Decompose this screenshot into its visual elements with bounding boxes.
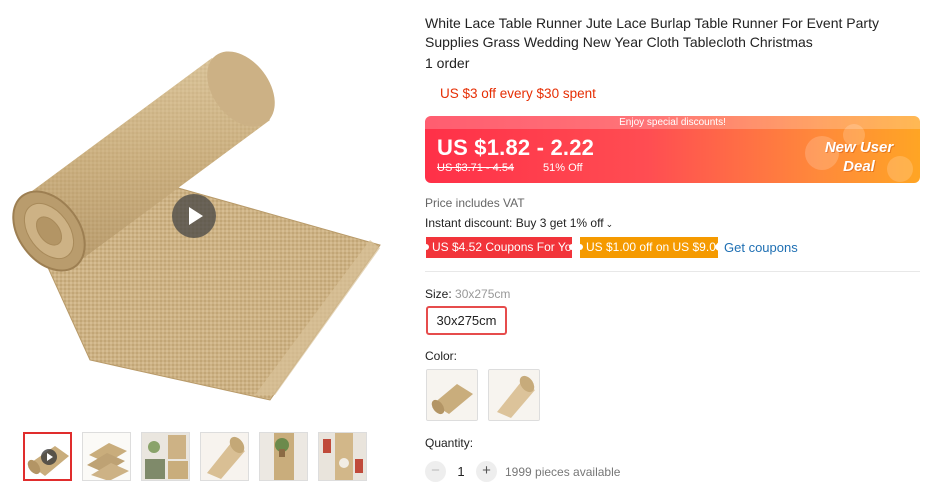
size-selected-value: 30x275cm — [455, 287, 511, 301]
quantity-decrease-button[interactable]: − — [425, 461, 446, 482]
thumbnail-1[interactable] — [23, 432, 72, 481]
discount-percent: 51% Off — [543, 162, 583, 174]
price-banner: Enjoy special discounts! US $1.82 - 2.22… — [425, 116, 920, 183]
order-count: 1 order — [425, 55, 470, 71]
thumbnail-2[interactable] — [82, 432, 131, 481]
size-label-text: Size: — [425, 287, 452, 301]
thumbnail-image — [142, 433, 189, 480]
stock-available: 1999 pieces available — [505, 465, 621, 479]
instant-discount[interactable]: Instant discount: Buy 3 get 1% off ⌄ — [425, 216, 613, 230]
color-swatch-image — [489, 370, 539, 420]
get-coupons-link[interactable]: Get coupons — [724, 240, 798, 255]
instant-discount-text: Instant discount: Buy 3 get 1% off — [425, 216, 604, 230]
vat-note: Price includes VAT — [425, 196, 525, 210]
quantity-input[interactable] — [447, 463, 475, 481]
thumbnail-image — [83, 433, 130, 480]
thumbnail-image — [201, 433, 248, 480]
quantity-label: Quantity: — [425, 436, 474, 450]
chevron-down-icon: ⌄ — [605, 219, 614, 229]
current-price: US $1.82 - 2.22 — [437, 135, 595, 160]
main-product-image[interactable] — [0, 0, 400, 420]
new-user-deal-badge: New User Deal — [824, 139, 894, 175]
size-option[interactable]: 30x275cm — [426, 306, 507, 335]
coupon-discount[interactable]: US $1.00 off on US $9.00 — [580, 237, 718, 258]
color-label: Color: — [425, 349, 458, 363]
thumbnail-strip — [23, 432, 367, 481]
color-swatch-image — [427, 370, 477, 420]
thumbnail-3[interactable] — [141, 432, 190, 481]
play-icon — [41, 449, 57, 465]
minus-icon: − — [431, 462, 440, 479]
thumbnail-5[interactable] — [259, 432, 308, 481]
store-promo[interactable]: US $3 off every $30 spent — [440, 86, 596, 101]
color-option-2[interactable] — [488, 369, 540, 421]
product-title: White Lace Table Runner Jute Lace Burlap… — [425, 15, 879, 50]
thumbnail-4[interactable] — [200, 432, 249, 481]
thumbnail-image — [319, 433, 366, 480]
thumbnail-image — [260, 433, 307, 480]
quantity-increase-button[interactable]: + — [476, 461, 497, 482]
coupon-store[interactable]: US $4.52 Coupons For You — [426, 237, 572, 258]
color-option-1[interactable] — [426, 369, 478, 421]
original-price: US $3.71 - 4.54 — [437, 162, 515, 174]
size-label: Size: 30x275cm — [425, 287, 510, 301]
divider — [425, 271, 920, 272]
play-video-button[interactable] — [172, 194, 216, 238]
plus-icon: + — [482, 462, 491, 479]
thumbnail-6[interactable] — [318, 432, 367, 481]
